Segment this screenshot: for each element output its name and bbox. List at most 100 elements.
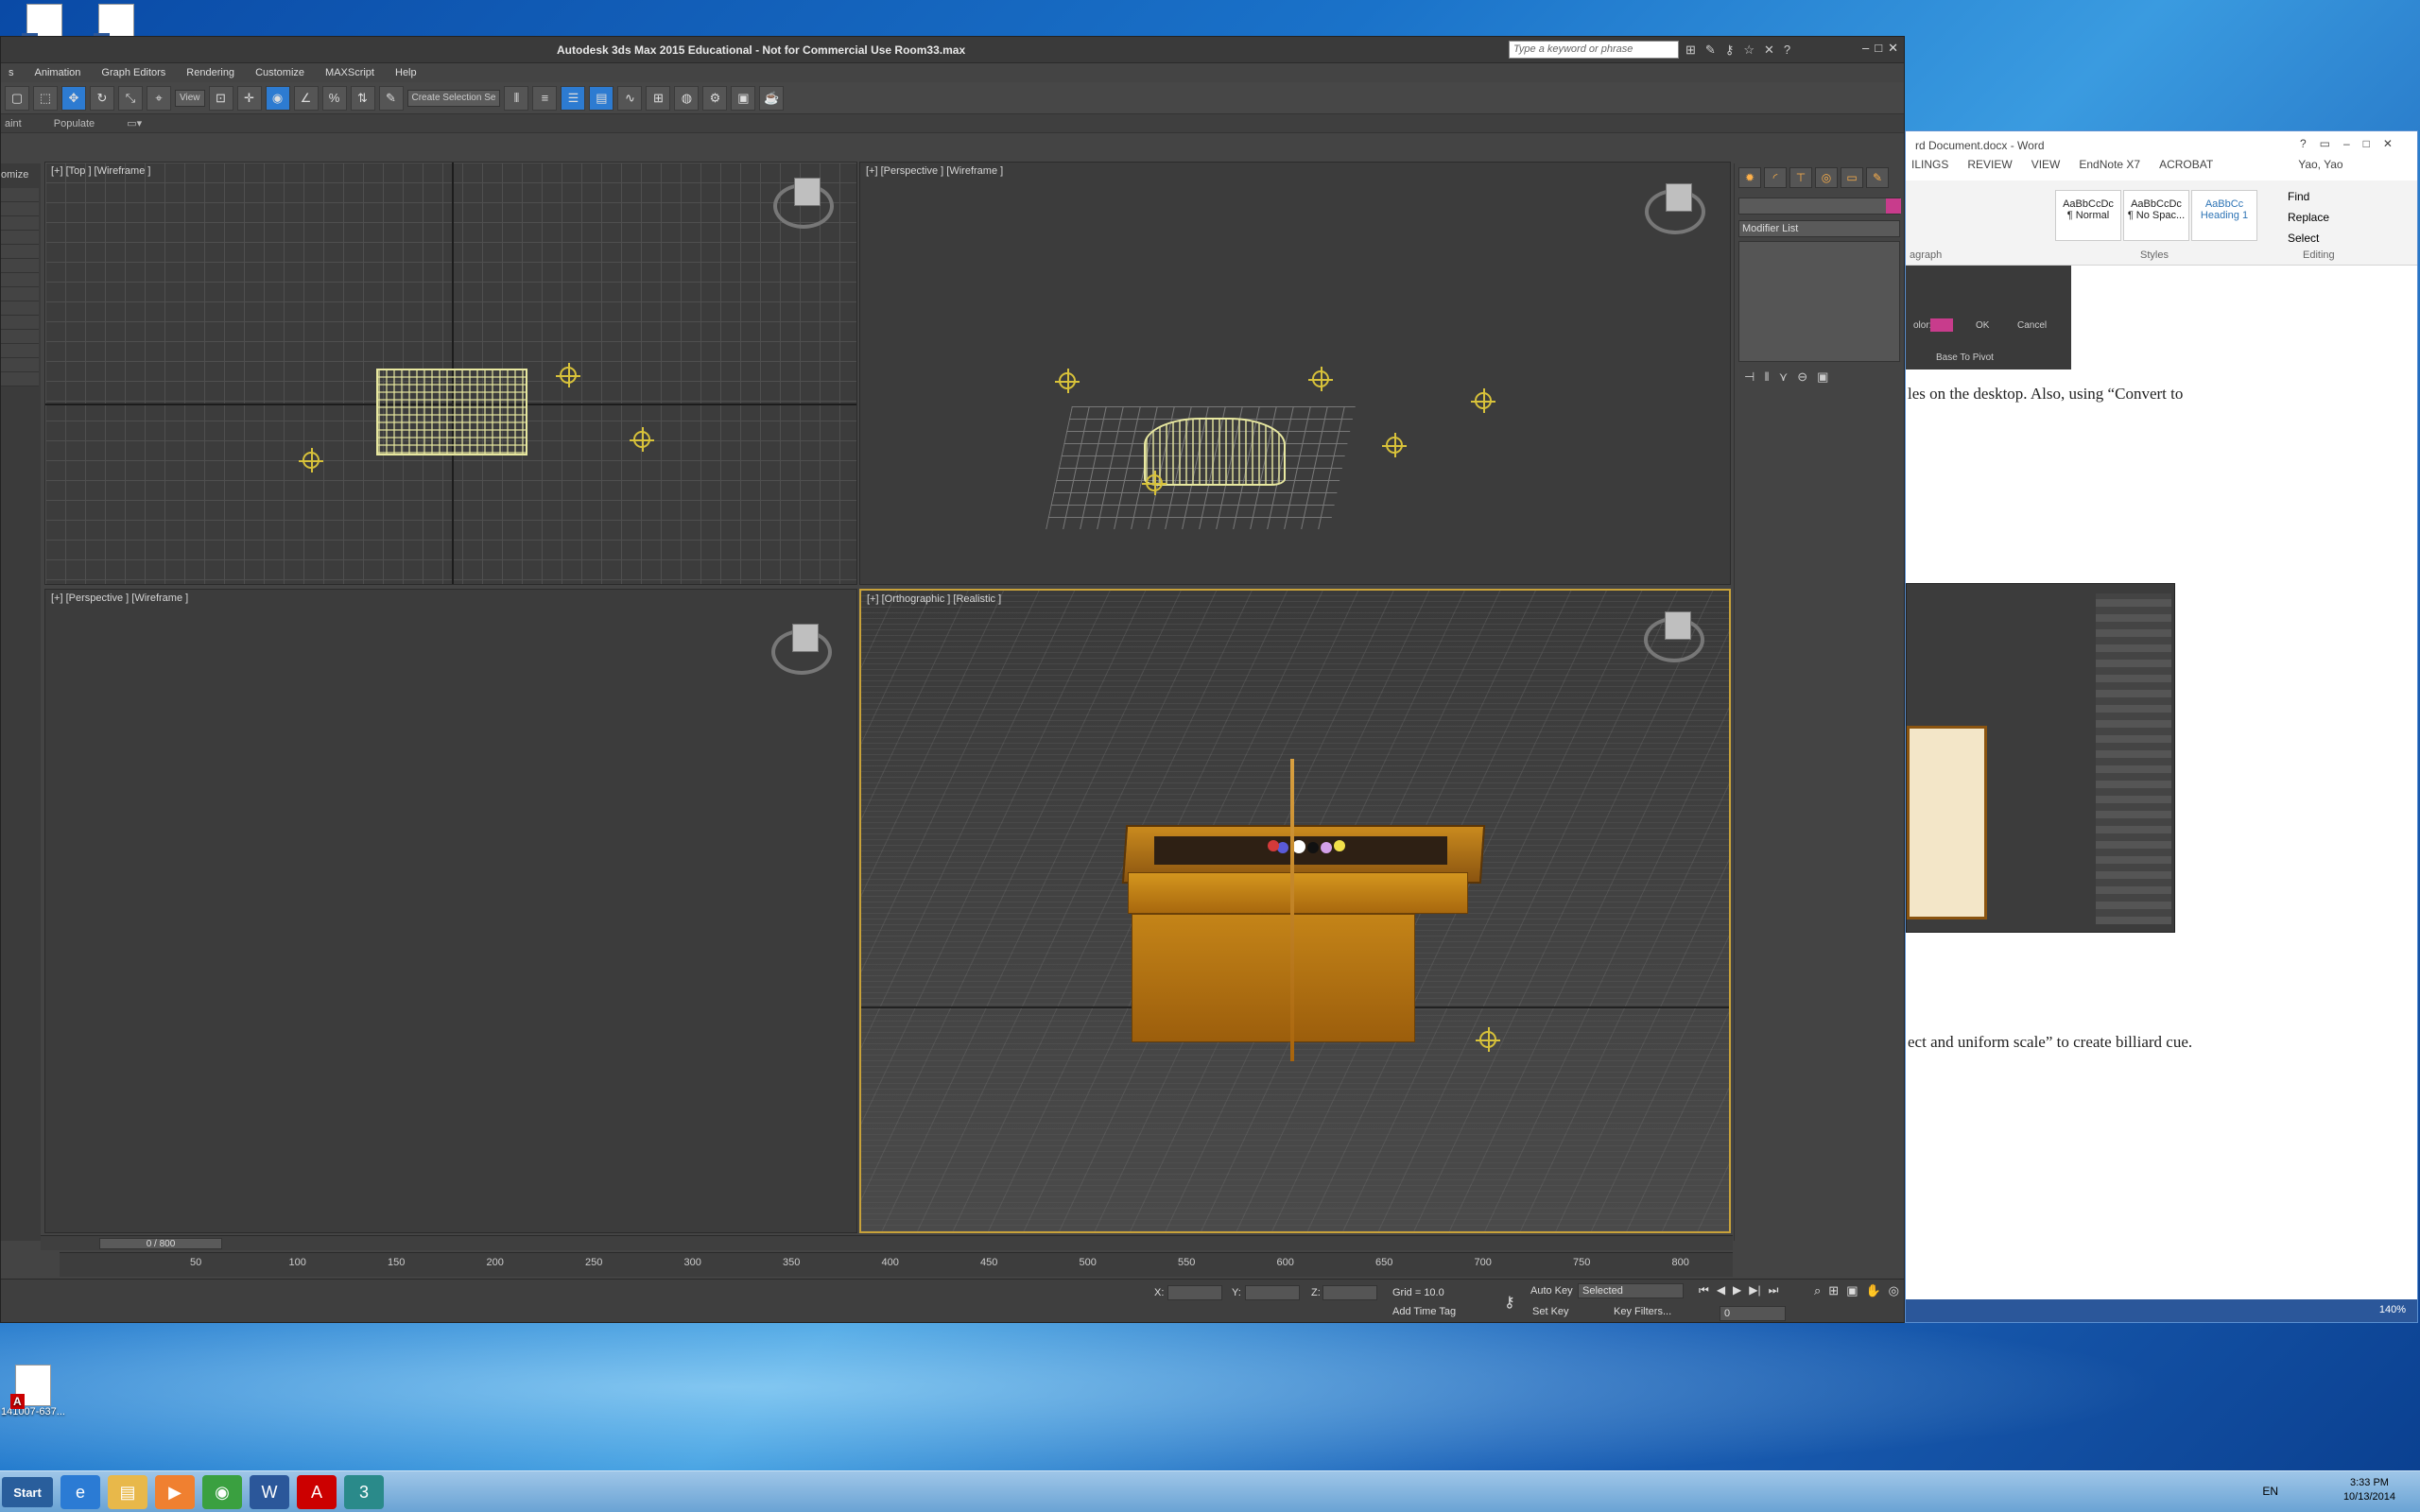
show-end-result-icon[interactable]: ‖ [1764, 369, 1769, 385]
go-to-end-icon[interactable]: ⏭ [1769, 1283, 1779, 1297]
curve-editor-icon[interactable]: ∿ [617, 85, 643, 111]
z-coordinate-field[interactable] [1322, 1285, 1377, 1300]
help-icon[interactable]: ? [1784, 43, 1790, 58]
time-slider[interactable]: 0 / 800 [99, 1238, 222, 1249]
style-no-spacing[interactable]: AaBbCcDc ¶ No Spac... [2123, 190, 2189, 241]
viewport-label[interactable]: [+] [Perspective ] [Wireframe ] [51, 593, 188, 604]
billiard-table-wireframe-persp[interactable] [1144, 418, 1286, 486]
align-icon[interactable]: ≡ [532, 85, 558, 111]
tab-endnote[interactable]: EndNote X7 [2079, 158, 2140, 179]
zoom-all-icon[interactable]: ⊞ [1828, 1283, 1839, 1298]
object-name-field[interactable] [1738, 198, 1901, 215]
viewport-label[interactable]: [+] [Perspective ] [Wireframe ] [866, 165, 1003, 177]
make-unique-icon[interactable]: ⋎ [1779, 369, 1789, 385]
ribbon-tab-paint[interactable]: aint [5, 118, 22, 129]
spinner-snap-icon[interactable]: ⇅ [350, 85, 375, 111]
next-frame-icon[interactable]: ▶| [1749, 1283, 1760, 1297]
document-page[interactable]: olor: OK Cancel Base To Pivot les on the… [1906, 266, 2417, 1253]
hierarchy-tab-icon[interactable]: ⊤ [1789, 167, 1812, 188]
binoculars-icon[interactable]: ⊞ [1685, 43, 1696, 58]
place-icon[interactable]: ⌖ [147, 85, 171, 111]
zoom-extents-icon[interactable]: ▣ [1846, 1283, 1858, 1298]
viewport-label[interactable]: [+] [Top ] [Wireframe ] [51, 165, 150, 177]
billiard-table-wireframe-top[interactable] [376, 369, 527, 455]
viewcube-icon[interactable] [771, 624, 832, 675]
add-time-tag[interactable]: Add Time Tag [1392, 1306, 1456, 1317]
light-icon[interactable] [1471, 388, 1495, 413]
object-color-swatch[interactable] [1886, 198, 1901, 214]
replace-button[interactable]: Replace [2288, 207, 2329, 228]
pivot-icon[interactable]: ⊡ [208, 85, 233, 111]
help-search-input[interactable]: Type a keyword or phrase [1509, 41, 1679, 59]
word-window-controls[interactable]: ?▭–□✕ [2300, 137, 2406, 150]
light-icon[interactable] [299, 448, 323, 472]
menu-rendering[interactable]: Rendering [186, 67, 234, 78]
acrobat-taskbar-icon[interactable]: A [297, 1475, 337, 1509]
viewcube-icon[interactable] [1644, 611, 1704, 662]
menu-item[interactable]: s [9, 67, 14, 78]
set-key-button[interactable]: Set Key [1532, 1306, 1569, 1317]
current-frame-field[interactable]: 0 [1720, 1306, 1786, 1321]
chrome-icon[interactable]: ◉ [202, 1475, 242, 1509]
mirror-icon[interactable]: ⫴ [504, 85, 529, 111]
menu-customize[interactable]: Customize [255, 67, 304, 78]
material-editor-icon[interactable]: ◍ [674, 85, 700, 111]
light-icon[interactable] [1142, 471, 1167, 495]
word-taskbar-icon[interactable]: W [250, 1475, 289, 1509]
word-user-name[interactable]: Yao, Yao [2298, 158, 2342, 179]
explorer-icon[interactable]: ▤ [108, 1475, 147, 1509]
zoom-level[interactable]: 140% [2379, 1304, 2406, 1315]
desktop-pdf-icon[interactable]: A 141007-637... [0, 1365, 66, 1431]
language-indicator[interactable]: EN [2262, 1485, 2278, 1498]
viewcube-icon[interactable] [773, 178, 834, 229]
tab-acrobat[interactable]: ACROBAT [2159, 158, 2213, 179]
style-heading-1[interactable]: AaBbCc Heading 1 [2191, 190, 2257, 241]
light-icon[interactable] [1476, 1027, 1500, 1052]
tools-icon[interactable]: ✎ [1705, 43, 1716, 58]
render-frame-icon[interactable]: ▣ [731, 85, 756, 111]
create-tab-icon[interactable]: ✹ [1738, 167, 1761, 188]
light-icon[interactable] [630, 427, 654, 452]
key-filters-button[interactable]: Key Filters... [1614, 1306, 1671, 1317]
render-setup-icon[interactable]: ⚙ [702, 85, 728, 111]
select-icon[interactable]: ▢ [5, 85, 29, 111]
rotate-icon[interactable]: ↻ [90, 85, 114, 111]
maximize-button[interactable]: □ [1875, 41, 1882, 56]
style-normal[interactable]: AaBbCcDc ¶ Normal [2055, 190, 2121, 241]
light-icon[interactable] [556, 363, 580, 387]
named-selection-dropdown[interactable]: Create Selection Se [406, 89, 501, 107]
display-tab-icon[interactable]: ▭ [1841, 167, 1863, 188]
select-region-icon[interactable]: ⬚ [33, 85, 58, 111]
minimize-button[interactable]: – [1862, 41, 1869, 56]
move-icon[interactable]: ✥ [61, 85, 86, 111]
light-icon[interactable] [1308, 367, 1333, 391]
reference-coordinate-dropdown[interactable]: View [175, 89, 205, 107]
close-button[interactable]: ✕ [1888, 41, 1898, 56]
key-set-dropdown[interactable]: Selected [1578, 1283, 1684, 1298]
menu-animation[interactable]: Animation [35, 67, 81, 78]
configure-sets-icon[interactable]: ▣ [1817, 369, 1828, 385]
menu-help[interactable]: Help [395, 67, 417, 78]
menu-maxscript[interactable]: MAXScript [325, 67, 374, 78]
start-button[interactable]: Start [2, 1477, 53, 1507]
ie-icon[interactable]: e [60, 1475, 100, 1509]
remove-modifier-icon[interactable]: ⊖ [1797, 369, 1807, 385]
tab-mailings[interactable]: ILINGS [1911, 158, 1948, 179]
x-icon[interactable]: ✕ [1764, 43, 1774, 58]
zoom-icon[interactable]: ⌕ [1814, 1283, 1821, 1298]
ribbon-tab-populate[interactable]: Populate [54, 118, 95, 129]
go-to-start-icon[interactable]: ⏮ [1699, 1283, 1709, 1297]
percent-snap-icon[interactable]: % [321, 85, 347, 111]
ribbon-toggle-icon[interactable]: ▭▾ [127, 117, 142, 129]
scale-icon[interactable]: ⤡ [118, 85, 143, 111]
star-icon[interactable]: ☆ [1743, 43, 1754, 58]
select-button[interactable]: Select [2288, 228, 2329, 249]
light-icon[interactable] [1055, 369, 1080, 393]
pin-stack-icon[interactable]: ⊣ [1744, 369, 1754, 385]
billiard-cue[interactable] [1290, 759, 1294, 1061]
snap-toggle-icon[interactable]: ◉ [265, 85, 290, 111]
auto-key-button[interactable]: Auto Key [1530, 1285, 1573, 1297]
key-mode-icon[interactable]: ⚷ [1504, 1293, 1515, 1312]
viewport-label[interactable]: [+] [Orthographic ] [Realistic ] [867, 593, 1001, 605]
transform-center-icon[interactable]: ✛ [236, 85, 262, 111]
